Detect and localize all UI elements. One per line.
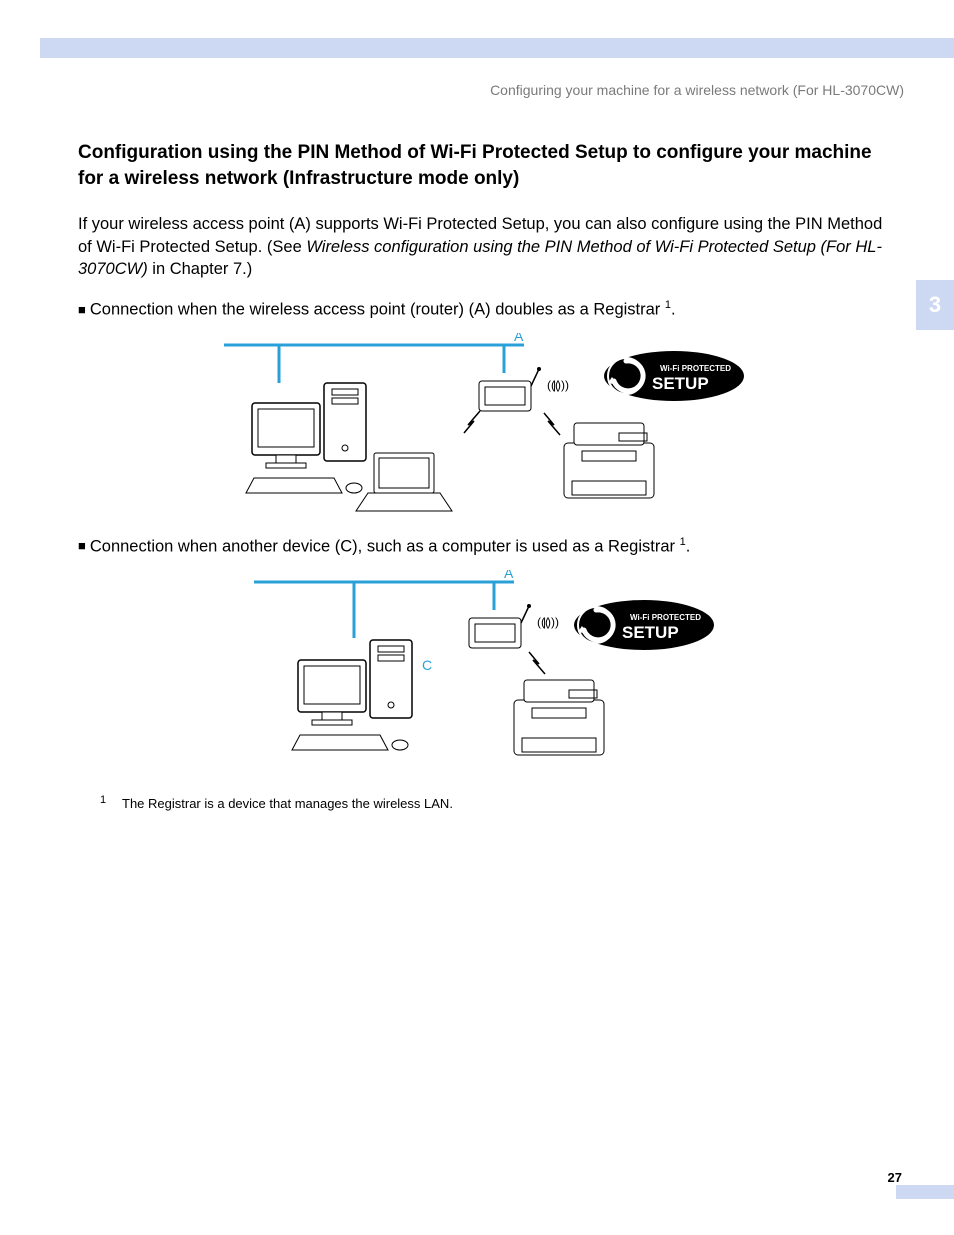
square-bullet-icon: ■: [78, 302, 86, 317]
wps-top-2: Wi-Fi PROTECTED: [630, 613, 701, 622]
svg-text:))): ))): [557, 378, 569, 392]
intro-part2: in Chapter 7.): [148, 260, 253, 278]
wps-bottom-1: SETUP: [652, 374, 709, 393]
diagram2-label-c: C: [422, 657, 432, 673]
top-accent-bar: [40, 38, 954, 58]
footnote: 1 The Registrar is a device that manages…: [78, 796, 899, 811]
page-number-bar: [896, 1185, 954, 1199]
diagram-1: ((( | ))) A Wi-Fi PROTECTE: [78, 333, 899, 513]
footnote-number: 1: [100, 794, 122, 809]
period: .: [686, 537, 691, 555]
diagram1-label-a: A: [514, 333, 524, 344]
square-bullet-icon: ■: [78, 538, 86, 553]
network-diagram-1: ((( | ))) A Wi-Fi PROTECTE: [224, 333, 754, 513]
bullet-item-2: ■ Connection when another device (C), suc…: [78, 535, 899, 558]
diagram2-label-a: A: [504, 570, 514, 581]
wps-bottom-2: SETUP: [622, 623, 679, 642]
svg-text:|: |: [543, 615, 546, 629]
period: .: [671, 301, 676, 319]
section-title: Configuration using the PIN Method of Wi…: [78, 140, 899, 191]
svg-text:))): ))): [547, 615, 559, 629]
intro-paragraph: If your wireless access point (A) suppor…: [78, 213, 899, 280]
footnote-text: The Registrar is a device that manages t…: [122, 796, 453, 811]
page-number: 27: [888, 1170, 902, 1185]
bullet1-text: Connection when the wireless access poin…: [90, 301, 665, 319]
bullet2-text: Connection when another device (C), such…: [90, 537, 680, 555]
wps-top-1: Wi-Fi PROTECTED: [660, 364, 731, 373]
bullet-item-1: ■ Connection when the wireless access poi…: [78, 298, 899, 321]
diagram-2: C ((( | ))) A: [78, 570, 899, 770]
chapter-tab: 3: [916, 280, 954, 330]
main-content: Configuration using the PIN Method of Wi…: [78, 140, 899, 811]
running-header: Configuring your machine for a wireless …: [490, 82, 904, 98]
svg-text:|: |: [553, 378, 556, 392]
network-diagram-2: C ((( | ))) A: [254, 570, 724, 770]
